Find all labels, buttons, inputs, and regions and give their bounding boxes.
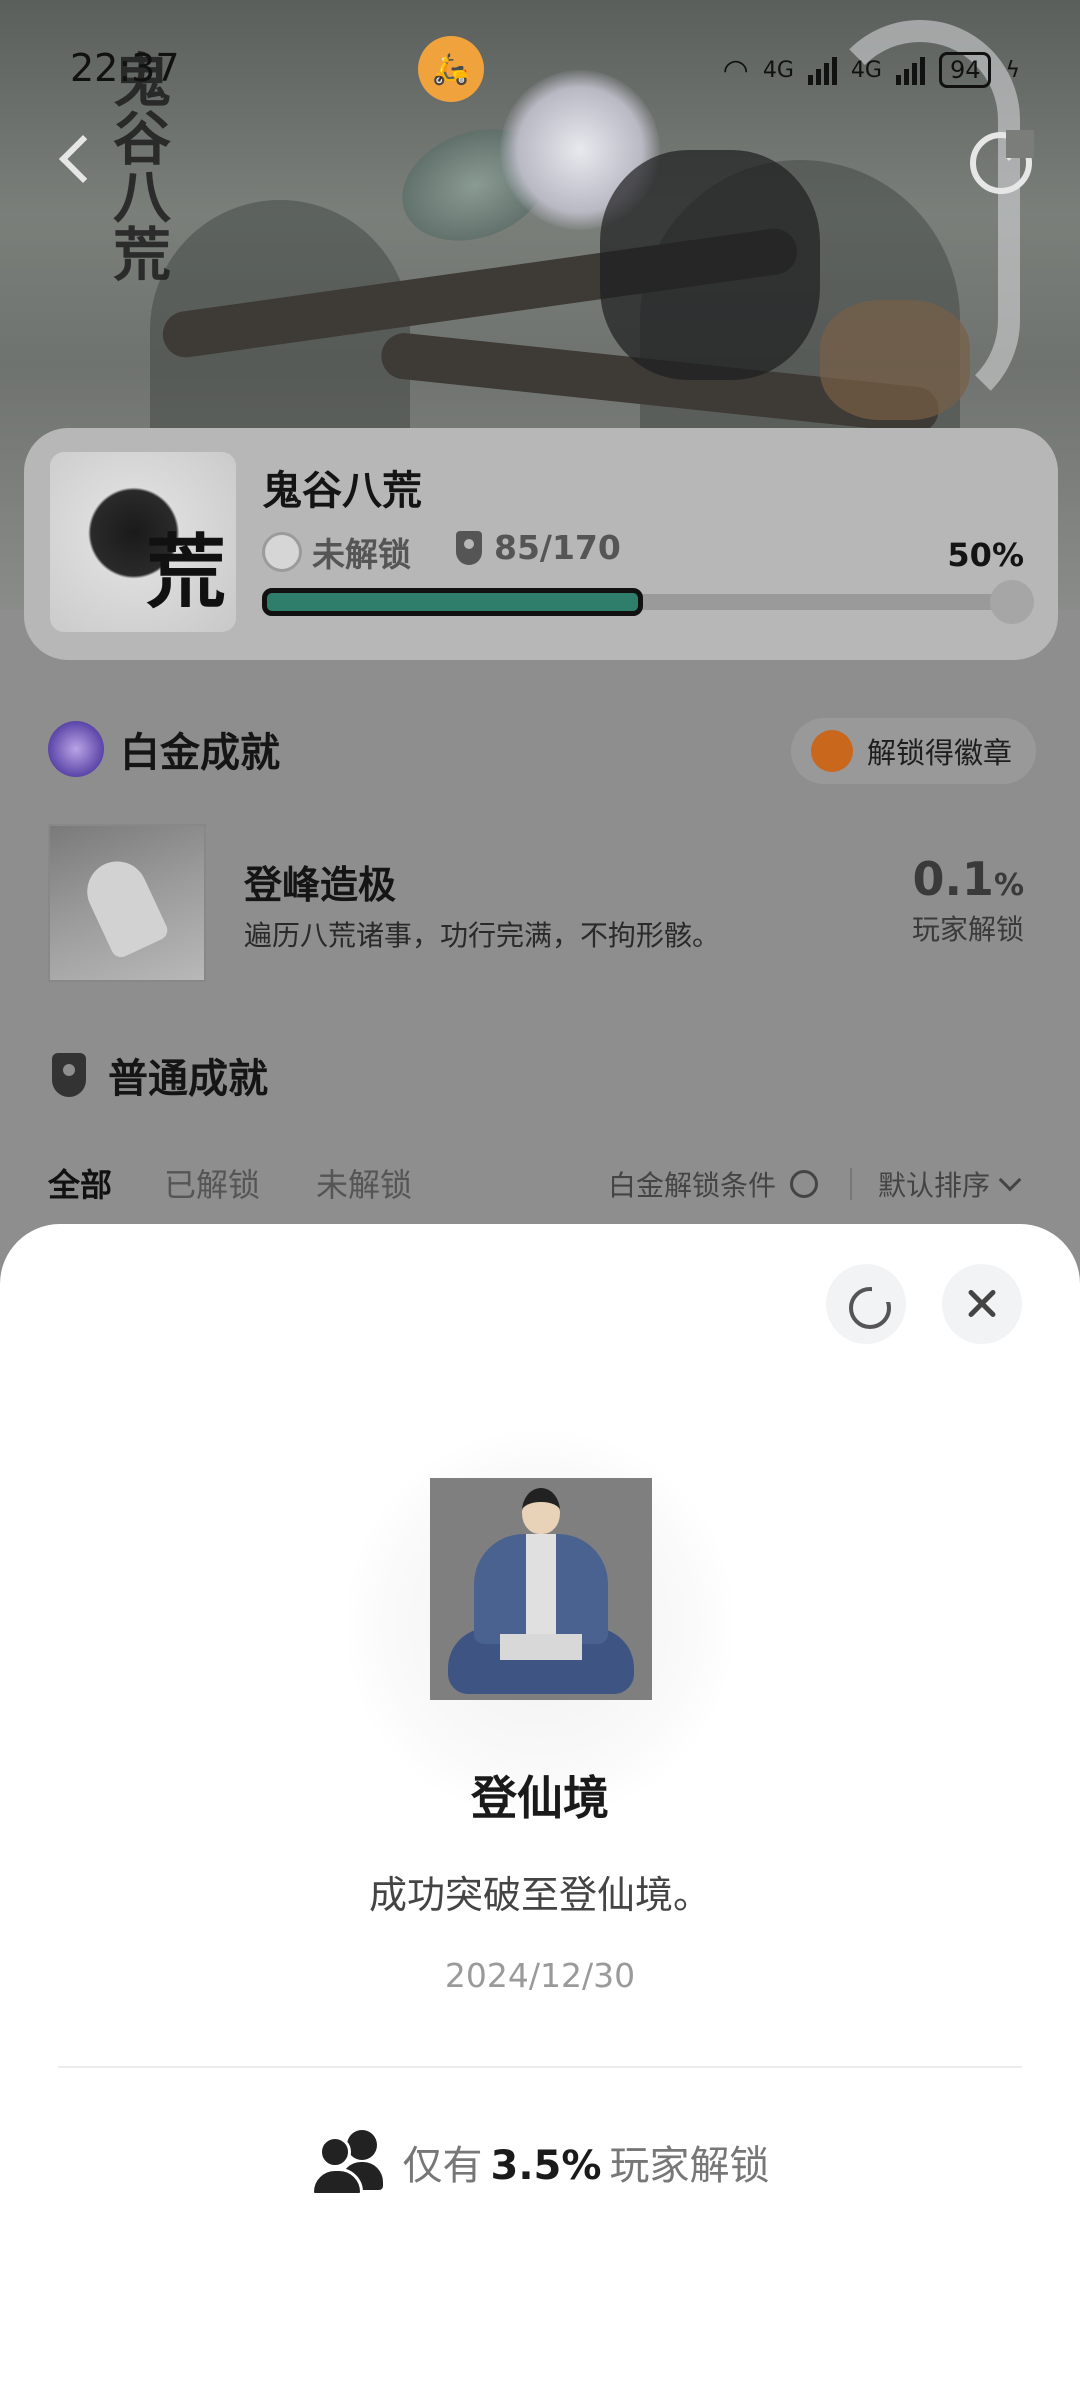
achievement-detail-sheet: ↗ 登仙境 成功突破至登仙境。 2024/12/30 仅有 3.5% 玩家解锁 [0,1224,1080,2387]
radio-circle-icon [790,1170,819,1198]
scooter-app-icon: 🛵 [418,36,484,102]
game-summary-card: 鬼谷八荒 未解锁 85/170 50% [24,428,1058,660]
status-indicators: ◠ 4G 4G 94 ϟ [723,52,1020,88]
achievement-image [430,1478,652,1700]
platinum-condition-toggle[interactable]: 白金解锁条件 [608,1164,819,1204]
filter-bar: 全部 已解锁 未解锁 白金解锁条件 默认排序 [48,1160,1038,1210]
chevron-down-icon [998,1168,1022,1192]
network-label-2: 4G [850,57,882,83]
lock-status-label: 未解锁 [312,535,411,574]
platinum-lock-icon [262,532,302,572]
badge-icon [810,730,853,772]
achievement-date: 2024/12/30 [444,1956,636,1995]
badge-chip-label: 解锁得徽章 [866,736,1012,770]
platinum-achievement-name: 登峰造极 [244,863,397,907]
network-label-1: 4G [762,57,794,83]
platinum-rate-label: 玩家解锁 [911,913,1024,946]
progress-end-icon [990,580,1034,624]
share-icon[interactable]: ↗ [826,1264,906,1344]
share-icon[interactable]: ↗ [970,130,1034,194]
platinum-rate-unit: % [993,868,1024,903]
close-icon[interactable] [942,1264,1022,1344]
users-icon [310,2130,383,2196]
platinum-icon [48,721,104,777]
achievement-description: 成功突破至登仙境。 [368,1873,711,1917]
normal-section-header: 普通成就 [52,1046,268,1104]
unlock-badge-chip[interactable]: 解锁得徽章 [790,718,1036,784]
lock-status: 未解锁 [262,528,411,576]
platinum-condition-label: 白金解锁条件 [608,1169,777,1202]
platinum-section-title: 白金成就 [120,730,280,776]
chevron-left-icon[interactable] [52,130,102,190]
rate-suffix: 玩家解锁 [609,2143,770,2189]
progress-bar [262,580,1034,624]
platinum-rate-value: 0.1 [912,852,994,906]
achievement-title: 登仙境 [471,1771,609,1825]
unlock-rate-row: 仅有 3.5% 玩家解锁 [0,2130,1080,2196]
wifi-icon: ◠ [722,52,749,88]
signal-icon-2 [895,55,925,85]
game-cover [50,452,236,632]
progress-percent: 50% [947,536,1024,574]
platinum-achievement-thumbnail [48,824,206,982]
status-time: 22:37 [70,46,180,90]
trophy-icon [52,1053,86,1097]
rate-value: 3.5% [490,2143,602,2189]
platinum-achievement-desc: 遍历八荒诸事，功行完满，不拘形骸。 [244,919,721,952]
tab-locked[interactable]: 未解锁 [316,1160,412,1206]
platinum-section-header: 白金成就 [48,720,280,778]
normal-section-title: 普通成就 [108,1056,268,1102]
status-bar: 22:37 🛵 ◠ 4G 4G 94 ϟ [0,0,1080,130]
charging-icon: ϟ [1005,57,1020,83]
platinum-achievement-item[interactable]: 登峰造极 遍历八荒诸事，功行完满，不拘形骸。 0.1% 玩家解锁 [48,824,1038,984]
tab-all[interactable]: 全部 [48,1160,112,1206]
unlock-rate-text: 仅有 3.5% 玩家解锁 [403,2133,770,2191]
progress-fill [262,588,643,616]
game-title: 鬼谷八荒 [262,468,422,514]
divider [850,1168,852,1200]
platinum-unlock-rate: 0.1% 玩家解锁 [912,852,1024,948]
signal-icon-1 [807,55,837,85]
battery-indicator: 94 [938,52,992,88]
tab-unlocked[interactable]: 已解锁 [164,1160,260,1206]
trophy-icon [456,530,482,565]
rate-prefix: 仅有 [402,2143,483,2189]
divider [58,2066,1022,2068]
trophy-count-label: 85/170 [494,528,621,567]
sort-dropdown[interactable]: 默认排序 [878,1164,1022,1204]
sort-label: 默认排序 [878,1169,991,1202]
trophy-count: 85/170 [456,528,621,567]
